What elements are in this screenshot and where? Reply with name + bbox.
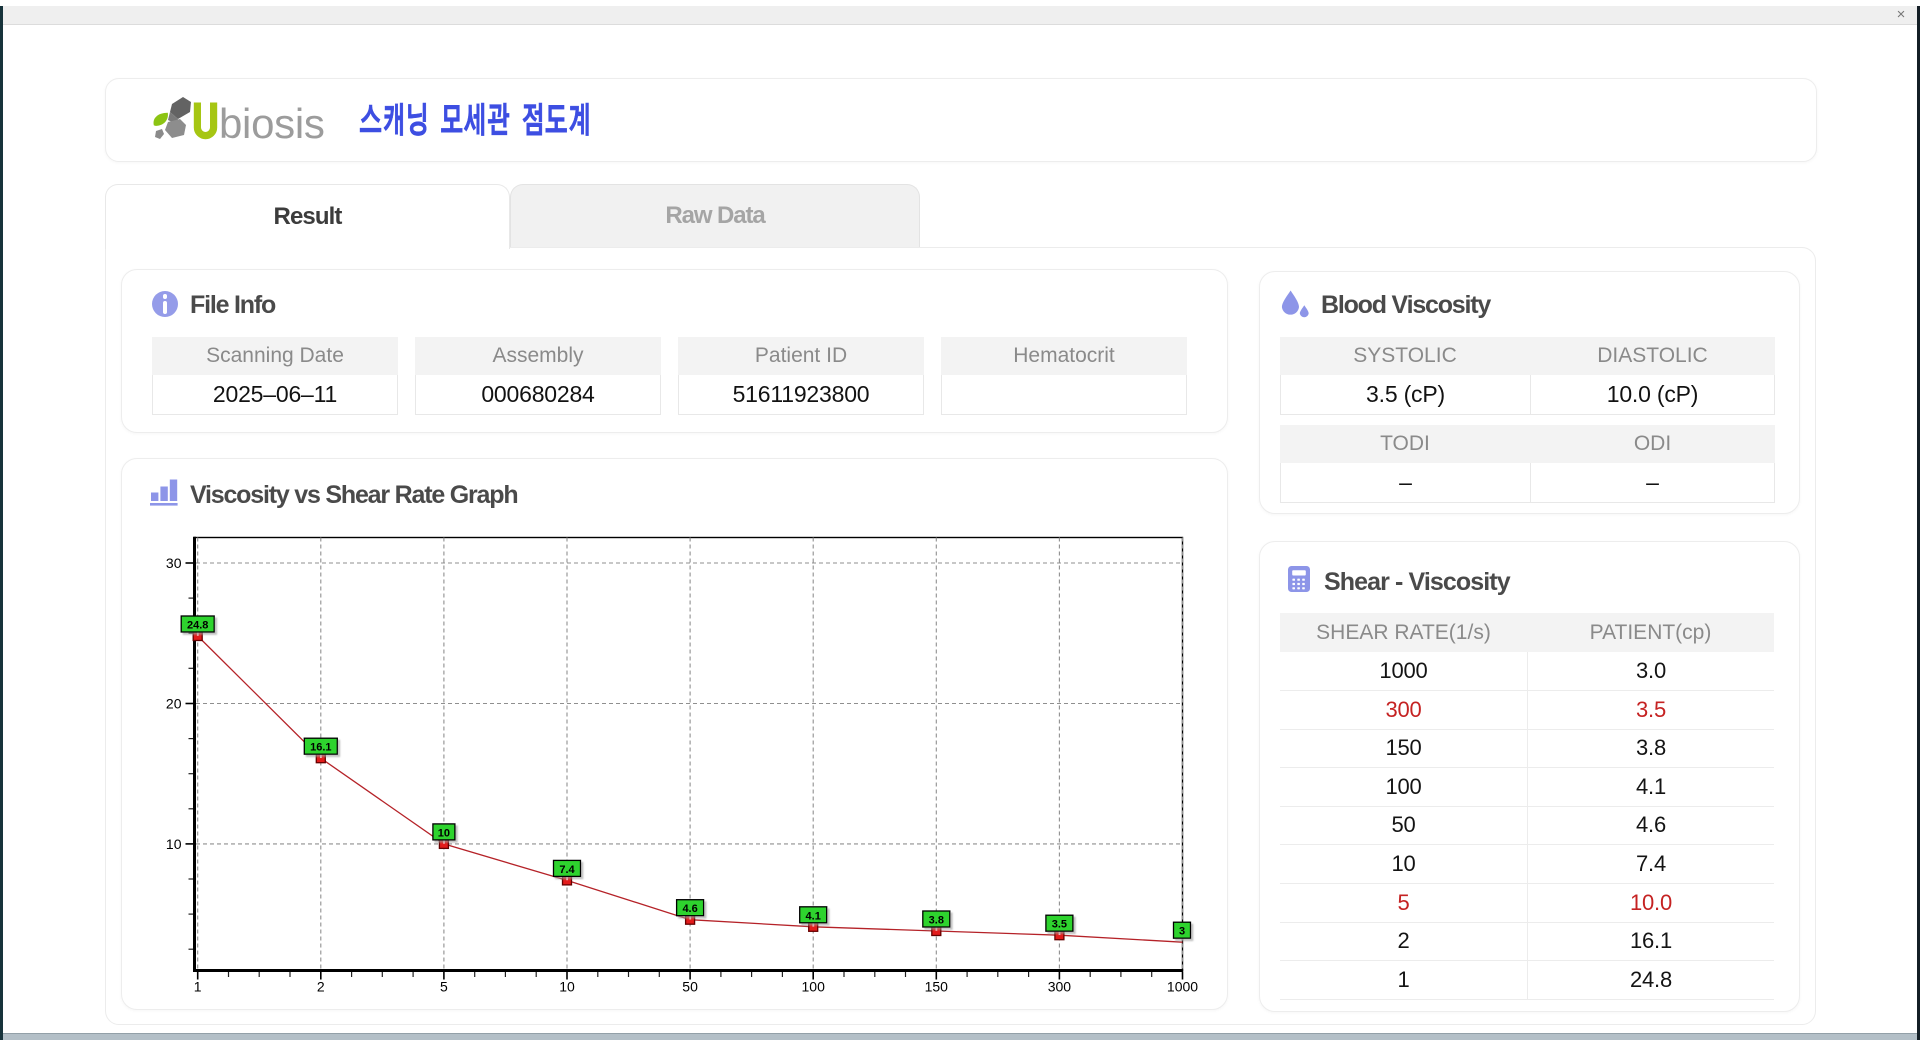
svg-text:2: 2 [317,979,325,995]
svg-text:10: 10 [438,827,450,839]
svg-text:30: 30 [166,555,182,571]
svg-text:16.1: 16.1 [310,742,331,754]
svg-text:1: 1 [194,979,202,995]
svg-text:150: 150 [925,979,949,995]
svg-text:1000: 1000 [1167,979,1198,995]
svg-text:7.4: 7.4 [559,864,575,876]
svg-text:3: 3 [1179,926,1185,938]
svg-text:24.8: 24.8 [187,620,208,632]
svg-text:300: 300 [1048,979,1072,995]
svg-text:4.1: 4.1 [806,910,821,922]
svg-text:50: 50 [682,979,698,995]
svg-text:5: 5 [440,979,448,995]
svg-text:3.8: 3.8 [929,915,944,927]
svg-text:4.6: 4.6 [682,903,697,915]
svg-text:20: 20 [166,696,182,712]
svg-text:3.5: 3.5 [1052,919,1067,931]
svg-text:10: 10 [166,836,182,852]
svg-text:100: 100 [802,979,826,995]
svg-text:10: 10 [559,979,575,995]
